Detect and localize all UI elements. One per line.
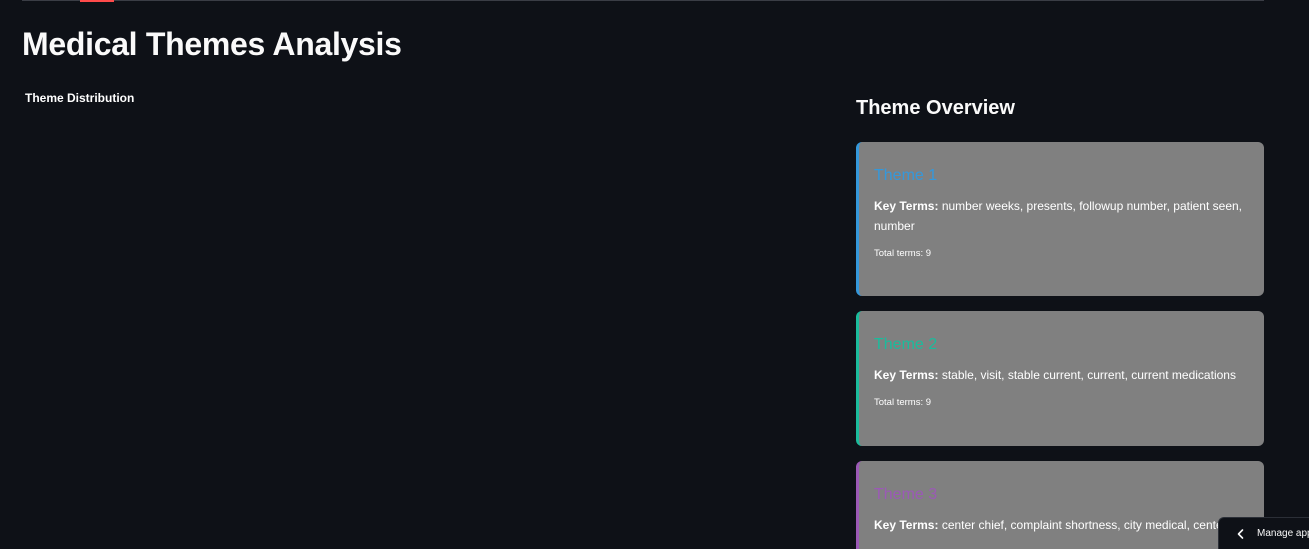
active-tab-indicator [80, 0, 114, 2]
theme-card: Theme 3 Key Terms: center chief, complai… [856, 461, 1264, 549]
key-terms-label: Key Terms: [874, 518, 939, 532]
manage-app-button[interactable]: Manage app [1218, 517, 1309, 549]
theme-card-key-terms: Key Terms: stable, visit, stable current… [874, 365, 1248, 385]
chevron-left-icon [1237, 528, 1244, 539]
manage-app-label: Manage app [1257, 528, 1309, 539]
page-title: Medical Themes Analysis [22, 26, 402, 62]
theme-card-title: Theme 2 [874, 336, 938, 353]
key-terms-label: Key Terms: [874, 199, 939, 213]
key-terms-value: center chief, complaint shortness, city … [941, 518, 1251, 532]
theme-card: Theme 1 Key Terms: number weeks, present… [856, 142, 1264, 296]
streamlit-app: Medical Themes Analysis Theme Distributi… [0, 0, 1309, 549]
theme-card: Theme 2 Key Terms: stable, visit, stable… [856, 311, 1264, 446]
theme-card-key-terms: Key Terms: center chief, complaint short… [874, 515, 1251, 535]
theme-distribution-chart: Theme Distribution [22, 88, 822, 538]
theme-card-key-terms: Key Terms: number weeks, presents, follo… [874, 196, 1248, 236]
theme-card-total-terms: Total terms: 9 [874, 248, 932, 259]
key-terms-value: stable, visit, stable current, current, … [941, 368, 1236, 382]
key-terms-label: Key Terms: [874, 368, 939, 382]
theme-overview-heading: Theme Overview [856, 97, 1015, 119]
theme-card-total-terms: Total terms: 9 [874, 397, 932, 408]
header-divider [22, 0, 1264, 1]
theme-card-title: Theme 1 [874, 167, 938, 184]
theme-card-title: Theme 3 [874, 486, 938, 503]
chart-title: Theme Distribution [25, 91, 135, 105]
